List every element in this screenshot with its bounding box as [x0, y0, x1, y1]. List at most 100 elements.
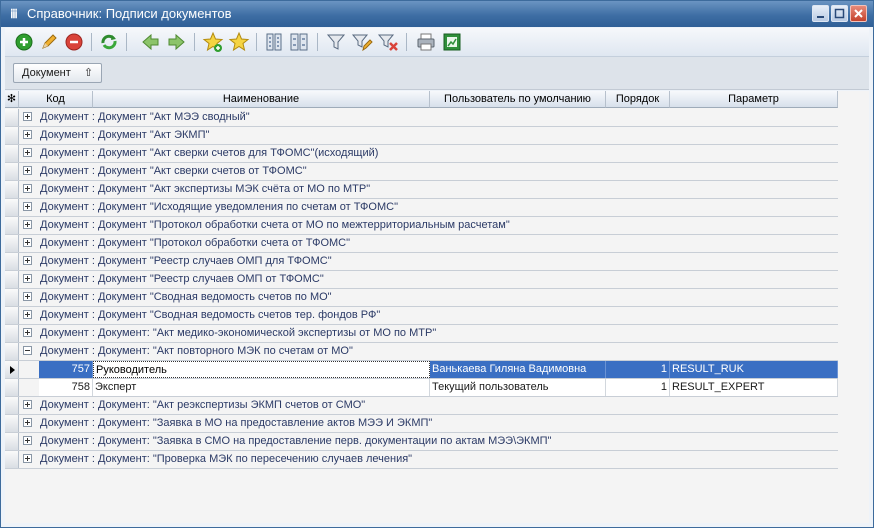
group-by-document-button[interactable]: Документ ⇧ — [13, 63, 103, 83]
column-header-code[interactable]: Код — [19, 91, 93, 108]
row-indicator[interactable] — [5, 343, 19, 360]
maximize-button[interactable] — [831, 5, 848, 22]
group-row[interactable]: Документ : Документ "Протокол обработки … — [5, 235, 838, 253]
expand-group-icon[interactable] — [23, 130, 32, 139]
row-indicator[interactable] — [5, 289, 19, 306]
column-header-name[interactable]: Наименование — [93, 91, 430, 108]
group-row[interactable]: Документ : Документ "Акт сверки счетов д… — [5, 145, 838, 163]
expand-all-button[interactable] — [288, 31, 310, 53]
row-indicator[interactable] — [5, 109, 19, 126]
refresh-icon — [101, 34, 117, 50]
group-row[interactable]: Документ : Документ: "Акт медико-экономи… — [5, 325, 838, 343]
group-row[interactable]: Документ : Документ "Реестр случаев ОМП … — [5, 253, 838, 271]
row-indicator[interactable] — [5, 361, 19, 378]
column-header-order[interactable]: Порядок — [606, 91, 670, 108]
group-label: Документ : Документ: "Проверка МЭК по пе… — [40, 453, 413, 465]
row-indicator[interactable] — [5, 307, 19, 324]
header-corner[interactable]: ✻ — [5, 91, 19, 108]
row-indicator[interactable] — [5, 181, 19, 198]
row-indicator[interactable] — [5, 397, 19, 414]
expand-group-icon[interactable] — [23, 148, 32, 157]
expand-group-icon[interactable] — [23, 328, 32, 337]
expand-group-icon[interactable] — [23, 166, 32, 175]
expand-group-icon[interactable] — [23, 184, 32, 193]
group-row[interactable]: Документ : Документ "Реестр случаев ОМП … — [5, 271, 838, 289]
cell-parameter[interactable]: RESULT_EXPERT — [670, 379, 838, 396]
expand-group-icon[interactable] — [23, 436, 32, 445]
expand-group-icon[interactable] — [23, 220, 32, 229]
favorite-add-button[interactable] — [202, 31, 224, 53]
row-indicator[interactable] — [5, 127, 19, 144]
group-row[interactable]: Документ : Документ "Акт МЭЭ сводный" — [5, 109, 838, 127]
row-indicator[interactable] — [5, 163, 19, 180]
group-row[interactable]: Документ : Документ "Сводная ведомость с… — [5, 307, 838, 325]
table-row[interactable]: 758 Эксперт Текущий пользователь 1 RESULT_EX… — [5, 379, 838, 397]
cell-name[interactable]: Эксперт — [93, 379, 430, 396]
minimize-button[interactable] — [812, 5, 829, 22]
title-bar[interactable]: ⅲ Справочник: Подписи документов — [1, 1, 873, 27]
group-label: Документ : Документ "Протокол обработки … — [40, 237, 351, 249]
column-header-default-user[interactable]: Пользователь по умолчанию — [430, 91, 606, 108]
row-indicator[interactable] — [5, 379, 19, 396]
row-indicator[interactable] — [5, 235, 19, 252]
group-row[interactable]: Документ : Документ "Акт экспертизы МЭК … — [5, 181, 838, 199]
collapse-group-icon[interactable] — [23, 346, 32, 355]
expand-group-icon[interactable] — [23, 274, 32, 283]
filter-edit-button[interactable] — [351, 31, 373, 53]
print-icon — [417, 33, 435, 51]
group-row[interactable]: Документ : Документ "Сводная ведомость с… — [5, 289, 838, 307]
cell-default-user[interactable]: Ванькаева Гиляна Вадимовна — [430, 361, 606, 378]
row-indicator[interactable] — [5, 415, 19, 432]
print-button[interactable] — [415, 31, 437, 53]
filter-button[interactable] — [325, 31, 347, 53]
cell-order[interactable]: 1 — [606, 379, 670, 396]
expand-group-icon[interactable] — [23, 400, 32, 409]
table-row[interactable]: 757 Руководитель Ванькаева Гиляна Вадимовн… — [5, 361, 838, 379]
expand-group-icon[interactable] — [23, 292, 32, 301]
group-row[interactable]: Документ : Документ: "Акт реэкспертизы Э… — [5, 397, 838, 415]
row-indicator[interactable] — [5, 325, 19, 342]
filter-clear-button[interactable] — [377, 31, 399, 53]
row-indicator[interactable] — [5, 199, 19, 216]
cell-order[interactable]: 1 — [606, 361, 670, 378]
group-row[interactable]: Документ : Документ: "Заявка в МО на пре… — [5, 415, 838, 433]
cell-parameter[interactable]: RESULT_RUK — [670, 361, 838, 378]
edit-button[interactable] — [38, 31, 60, 53]
toolbar-separator — [317, 33, 318, 51]
row-indicator[interactable] — [5, 271, 19, 288]
cell-code[interactable]: 758 — [39, 379, 93, 396]
cell-name[interactable]: Руководитель — [93, 361, 430, 378]
cell-default-user[interactable]: Текущий пользователь — [430, 379, 606, 396]
group-label: Документ : Документ "Исходящие уведомлен… — [40, 201, 398, 213]
favorite-button[interactable] — [228, 31, 250, 53]
group-row[interactable]: Документ : Документ "Протокол обработки … — [5, 217, 838, 235]
expand-group-icon[interactable] — [23, 112, 32, 121]
group-row[interactable]: Документ : Документ: "Заявка в СМО на пр… — [5, 433, 838, 451]
expand-group-icon[interactable] — [23, 418, 32, 427]
row-indicator[interactable] — [5, 451, 19, 468]
back-button[interactable] — [140, 31, 162, 53]
close-button[interactable] — [850, 5, 867, 22]
refresh-button[interactable] — [98, 31, 120, 53]
forward-button[interactable] — [165, 31, 187, 53]
expand-group-icon[interactable] — [23, 454, 32, 463]
group-row[interactable]: Документ : Документ: "Проверка МЭК по пе… — [5, 451, 838, 469]
row-indicator[interactable] — [5, 253, 19, 270]
expand-group-icon[interactable] — [23, 310, 32, 319]
column-header-parameter[interactable]: Параметр — [670, 91, 838, 108]
group-row[interactable]: Документ : Документ: "Акт повторного МЭК… — [5, 343, 838, 361]
collapse-all-button[interactable] — [263, 31, 285, 53]
expand-group-icon[interactable] — [23, 256, 32, 265]
row-indicator[interactable] — [5, 145, 19, 162]
row-indicator[interactable] — [5, 217, 19, 234]
delete-button[interactable] — [63, 31, 85, 53]
group-row[interactable]: Документ : Документ "Акт сверки счетов о… — [5, 163, 838, 181]
add-button[interactable] — [13, 31, 35, 53]
expand-group-icon[interactable] — [23, 202, 32, 211]
group-row[interactable]: Документ : Документ "Акт ЭКМП" — [5, 127, 838, 145]
cell-code[interactable]: 757 — [39, 361, 93, 378]
expand-group-icon[interactable] — [23, 238, 32, 247]
group-row[interactable]: Документ : Документ "Исходящие уведомлен… — [5, 199, 838, 217]
export-excel-button[interactable] — [441, 31, 463, 53]
row-indicator[interactable] — [5, 433, 19, 450]
